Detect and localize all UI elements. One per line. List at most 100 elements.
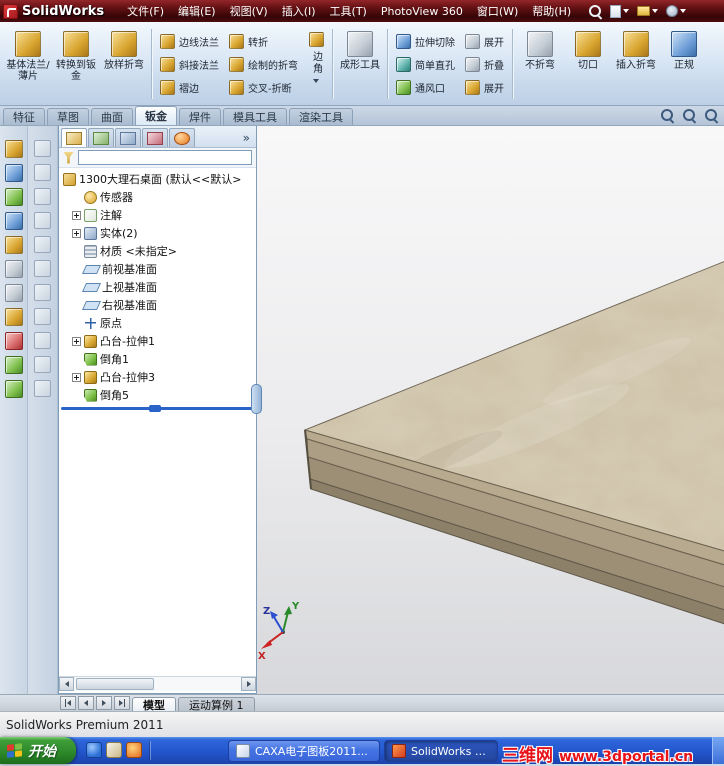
menu-edit[interactable]: 编辑(E) — [171, 0, 223, 22]
panel-splitter-handle[interactable] — [251, 384, 262, 414]
simple-hole-button[interactable]: 简单直孔 — [393, 54, 458, 75]
graphics-area[interactable]: X Y Z — [257, 126, 724, 694]
tab-render-tools[interactable]: 渲染工具 — [289, 108, 353, 125]
extruded-cut-button[interactable]: 拉伸切除 — [393, 31, 458, 52]
panel-overflow-button[interactable]: » — [243, 131, 254, 147]
toolbar-icon[interactable] — [34, 260, 51, 277]
tab-surfaces[interactable]: 曲面 — [91, 108, 133, 125]
tree-item-origin[interactable]: 原点 — [59, 314, 256, 332]
unfold-button[interactable]: 展开 — [462, 31, 507, 52]
menu-insert[interactable]: 插入(I) — [275, 0, 323, 22]
asterisk-icon[interactable] — [4, 212, 23, 230]
taskbar-item-solidworks[interactable]: SolidWorks Premi... — [384, 740, 498, 762]
tab-weldments[interactable]: 焊件 — [179, 108, 221, 125]
toolbar-icon[interactable] — [34, 188, 51, 205]
toolbar-icon[interactable] — [34, 356, 51, 373]
base-flange-button[interactable]: 基体法兰/薄片 — [4, 25, 52, 103]
tree-item-boss-extrude3[interactable]: 凸台-拉伸3 — [59, 368, 256, 386]
tree-root[interactable]: 1300大理石桌面 (默认<<默认> — [59, 170, 256, 188]
normal-to-button[interactable]: 正规 — [660, 25, 708, 103]
propertymanager-tab[interactable] — [88, 128, 114, 147]
quick-launch-desktop-icon[interactable] — [106, 742, 122, 758]
featuremanager-tab[interactable] — [61, 128, 87, 147]
insert-bends-button[interactable]: 插入折弯 — [612, 25, 660, 103]
tree-item-boss-extrude1[interactable]: 凸台-拉伸1 — [59, 332, 256, 350]
no-bends-button[interactable]: 不折弯 — [516, 25, 564, 103]
toolbar-icon[interactable] — [34, 236, 51, 253]
jog-button[interactable]: 转折 — [226, 31, 301, 52]
tab-sheet-metal[interactable]: 钣金 — [135, 106, 177, 125]
dimxpertmanager-tab[interactable] — [142, 128, 168, 147]
toolbar-icon[interactable] — [34, 380, 51, 397]
tree-item-annotations[interactable]: 注解 — [59, 206, 256, 224]
miter-flange-button[interactable]: 斜接法兰 — [157, 54, 222, 75]
tab-mold-tools[interactable]: 模具工具 — [223, 108, 287, 125]
toolbar-icon[interactable] — [34, 332, 51, 349]
tree-item-right-plane[interactable]: 右视基准面 — [59, 296, 256, 314]
scrollbar-track[interactable] — [74, 677, 241, 691]
next-tab-button[interactable] — [96, 696, 112, 710]
scroll-right-button[interactable] — [241, 677, 256, 691]
sketched-bend-button[interactable]: 绘制的折弯 — [226, 54, 301, 75]
tree-filter-input[interactable] — [78, 150, 252, 165]
note-icon[interactable] — [4, 284, 23, 302]
expand-icon[interactable] — [72, 210, 81, 220]
scrollbar-thumb[interactable] — [76, 678, 154, 690]
forming-tool-button[interactable]: 成形工具 — [336, 25, 384, 103]
tab-model[interactable]: 模型 — [132, 696, 176, 712]
configurationmanager-tab[interactable] — [115, 128, 141, 147]
options-button[interactable] — [666, 5, 687, 17]
tree-item-front-plane[interactable]: 前视基准面 — [59, 260, 256, 278]
scroll-left-button[interactable] — [59, 677, 74, 691]
zoom-window-icon[interactable] — [682, 108, 697, 123]
quick-launch-browser-icon[interactable] — [86, 742, 102, 758]
hem-button[interactable]: 褶边 — [157, 77, 222, 98]
model-view[interactable]: X Y Z — [257, 126, 724, 694]
toolbar-icon[interactable] — [34, 284, 51, 301]
z-axis[interactable] — [273, 616, 284, 633]
prev-tab-button[interactable] — [78, 696, 94, 710]
start-button[interactable]: 开始 — [0, 737, 76, 764]
toolbar-icon[interactable] — [34, 308, 51, 325]
vent-button[interactable]: 通风口 — [393, 77, 458, 98]
cylinder-icon[interactable] — [4, 236, 23, 254]
tree-item-top-plane[interactable]: 上视基准面 — [59, 278, 256, 296]
cross-break-button[interactable]: 交叉-折断 — [226, 77, 301, 98]
open-document-button[interactable] — [637, 6, 659, 16]
lofted-bend-button[interactable]: 放样折弯 — [100, 25, 148, 103]
expand-icon[interactable] — [72, 372, 81, 382]
dashed-line-icon[interactable] — [4, 164, 23, 182]
expand-icon[interactable] — [72, 336, 81, 346]
quick-launch-media-icon[interactable] — [126, 742, 142, 758]
pencil-icon[interactable] — [4, 308, 23, 326]
expand-icon[interactable] — [72, 228, 81, 238]
cube-icon[interactable] — [4, 260, 23, 278]
edge-flange-button[interactable]: 边线法兰 — [157, 31, 222, 52]
menu-window[interactable]: 窗口(W) — [470, 0, 525, 22]
menu-tools[interactable]: 工具(T) — [323, 0, 374, 22]
convert-to-sheet-metal-button[interactable]: 转换到钣金 — [52, 25, 100, 103]
new-document-button[interactable] — [610, 4, 630, 18]
zoom-in-icon[interactable] — [660, 108, 675, 123]
last-tab-button[interactable] — [114, 696, 130, 710]
swap-arrows-icon[interactable] — [4, 332, 23, 350]
toolbar-icon[interactable] — [34, 164, 51, 181]
tree-item-chamfer5[interactable]: 倒角5 — [59, 386, 256, 404]
orientation-triad[interactable]: X Y Z — [258, 601, 300, 662]
rip-button[interactable]: 切口 — [564, 25, 612, 103]
tree-item-solid-bodies[interactable]: 实体(2) — [59, 224, 256, 242]
tab-features[interactable]: 特征 — [3, 108, 45, 125]
tab-motion-study[interactable]: 运动算例 1 — [178, 696, 255, 712]
menu-file[interactable]: 文件(F) — [120, 0, 171, 22]
flatten-button[interactable]: 展开 — [462, 77, 507, 98]
zoom-fit-icon[interactable] — [704, 108, 719, 123]
menu-view[interactable]: 视图(V) — [223, 0, 275, 22]
fold-button[interactable]: 折叠 — [462, 54, 507, 75]
measure-tool-icon[interactable] — [4, 380, 23, 398]
corners-button[interactable]: 边角 — [303, 25, 329, 103]
menu-help[interactable]: 帮助(H) — [525, 0, 578, 22]
tree-item-sensors[interactable]: 传感器 — [59, 188, 256, 206]
first-tab-button[interactable] — [60, 696, 76, 710]
check-tool-icon[interactable] — [4, 356, 23, 374]
toolbar-icon[interactable] — [34, 140, 51, 157]
